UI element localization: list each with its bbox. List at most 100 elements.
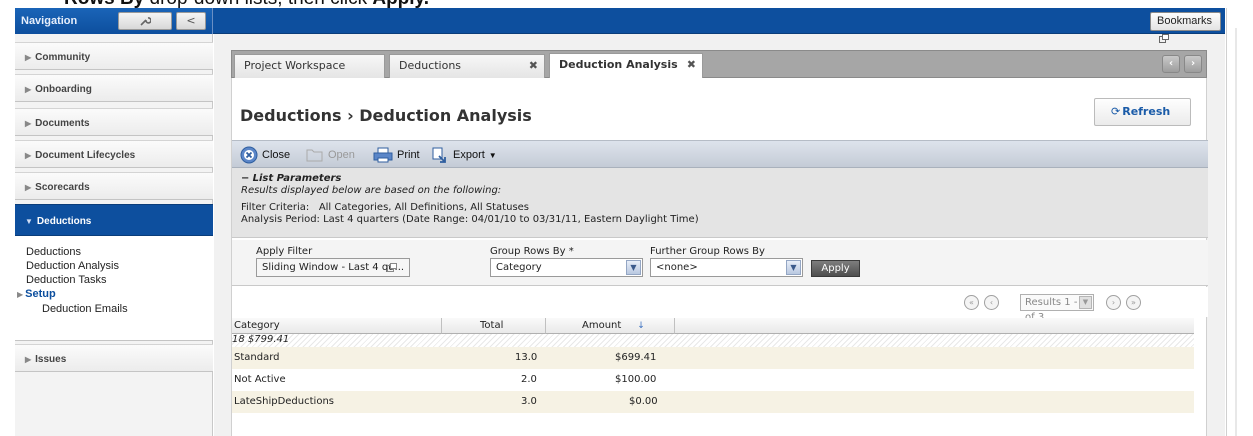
export-button[interactable]: Export ▼	[431, 145, 497, 165]
close-circle-icon	[240, 146, 258, 164]
tab-label: Deduction Analysis	[559, 58, 678, 71]
subnav-deduction-analysis[interactable]: Deduction Analysis	[26, 259, 213, 273]
sidebar-item-label: Onboarding	[35, 84, 92, 95]
subnav-deduction-emails[interactable]: Deduction Emails	[26, 302, 213, 316]
sidebar: ▶ Community ▶ Onboarding ▶ Documents ▶ Docum…	[15, 34, 213, 436]
popout-icon	[387, 263, 397, 272]
tab-scroll-left-icon[interactable]: ‹	[1162, 55, 1180, 73]
sidebar-item-community[interactable]: ▶ Community	[15, 42, 213, 70]
chevron-down-icon: ▼	[25, 217, 33, 226]
subnav-setup-label: Setup	[25, 288, 56, 300]
cell-category: Not Active	[234, 374, 286, 385]
sidebar-item-deductions[interactable]: ▼ Deductions	[15, 204, 213, 236]
close-button[interactable]: Close	[240, 145, 290, 165]
previous-page-icon[interactable]: ‹	[984, 295, 999, 310]
tab-project-workspace[interactable]: Project Workspace	[234, 54, 385, 79]
sidebar-item-issues[interactable]: ▶ Issues	[15, 344, 213, 372]
page-title: Deductions › Deduction Analysis	[240, 106, 532, 125]
cell-total: 13.0	[515, 352, 538, 363]
results-grid: Category Total Amount ↓ 18 $799.41 Standa…	[232, 318, 1194, 436]
subnav-deductions[interactable]: Deductions	[26, 245, 213, 259]
scrollbar-track	[1235, 28, 1237, 436]
action-toolbar: Close Open Print Export ▼	[232, 140, 1208, 168]
column-header-total[interactable]: Total	[442, 318, 546, 334]
chevron-right-icon: ▶	[17, 290, 24, 299]
chevron-right-icon: ▶	[25, 183, 32, 192]
open-label: Open	[328, 149, 355, 161]
column-header-spacer	[675, 318, 1194, 334]
further-group-select[interactable]: <none> ▼	[650, 258, 803, 277]
open-button[interactable]: Open	[306, 145, 355, 165]
print-label: Print	[397, 149, 420, 161]
tab-scroll-right-icon[interactable]: ›	[1184, 55, 1202, 73]
sidebar-item-label: Scorecards	[35, 182, 90, 193]
refresh-button[interactable]: ⟳ Refresh	[1094, 98, 1191, 126]
close-label: Close	[262, 149, 291, 161]
group-rows-label: Group Rows By *	[490, 246, 574, 257]
sidebar-item-label: Issues	[35, 354, 67, 365]
cell-total: 2.0	[521, 374, 537, 385]
export-icon	[432, 147, 446, 163]
bookmarks-button[interactable]: Bookmarks	[1150, 12, 1221, 43]
navigation-header: Navigation <	[15, 8, 213, 34]
totals-total: 18	[232, 334, 245, 345]
tab-label: Project Workspace	[244, 59, 346, 72]
further-group-label: Further Group Rows By	[650, 246, 765, 257]
content-panel: Deductions › Deduction Analysis ⟳ Refresh…	[231, 78, 1208, 436]
navigation-title: Navigation	[21, 15, 78, 27]
apply-filter-label: Apply Filter	[256, 246, 313, 257]
tab-bar: Project Workspace Deductions ✖ Deduction …	[231, 50, 1207, 79]
cell-amount: $0.00	[629, 396, 658, 407]
sidebar-item-scorecards[interactable]: ▶ Scorecards	[15, 172, 213, 200]
column-header-category[interactable]: Category	[232, 318, 442, 334]
chevron-right-icon: ▶	[25, 53, 32, 62]
tab-deductions[interactable]: Deductions ✖	[389, 54, 545, 79]
last-page-icon[interactable]: »	[1126, 295, 1141, 310]
table-row[interactable]: Not Active 2.0 $100.00	[232, 369, 1194, 391]
group-rows-select[interactable]: Category ▼	[490, 258, 643, 277]
table-row[interactable]: Standard 13.0 $699.41	[232, 347, 1194, 369]
collapse-icon: −	[241, 173, 250, 184]
next-page-icon[interactable]: ›	[1106, 295, 1121, 310]
table-row[interactable]: LateShipDeductions 3.0 $0.00	[232, 391, 1194, 413]
refresh-label: Refresh	[1122, 105, 1171, 118]
collapse-nav-button[interactable]: <	[176, 12, 206, 30]
filter-criteria: Filter Criteria: All Categories, All Def…	[241, 202, 530, 213]
subnav-deduction-tasks[interactable]: Deduction Tasks	[26, 273, 213, 287]
sidebar-item-onboarding[interactable]: ▶ Onboarding	[15, 74, 213, 102]
chevron-right-icon: ▶	[25, 119, 32, 128]
list-parameters-header[interactable]: − List Parameters	[241, 173, 1208, 185]
wrench-icon	[140, 17, 152, 26]
settings-button[interactable]	[118, 12, 172, 30]
apply-filter-value: Sliding Window - Last 4 qu...	[262, 262, 405, 273]
further-group-value: <none>	[656, 262, 698, 273]
sidebar-item-document-lifecycles[interactable]: ▶ Document Lifecycles	[15, 140, 213, 168]
chevron-right-icon: ▶	[25, 151, 32, 160]
print-button[interactable]: Print	[373, 145, 420, 165]
list-parameters-title: List Parameters	[252, 173, 342, 184]
apply-button[interactable]: Apply	[811, 260, 860, 277]
pager: « ‹ Results 1 - 3 of 3▼ › »	[232, 287, 1208, 323]
bookmarks-label: Bookmarks	[1157, 15, 1213, 27]
tab-label: Deductions	[399, 59, 462, 72]
page-scrollbar[interactable]	[1226, 8, 1253, 436]
results-select[interactable]: Results 1 - 3 of 3▼	[1020, 294, 1094, 323]
printer-icon	[373, 147, 393, 163]
subnav-setup[interactable]: ▶ Setup	[17, 287, 213, 302]
sidebar-item-label: Document Lifecycles	[35, 150, 136, 161]
refresh-icon: ⟳	[1111, 105, 1121, 118]
list-parameters-subtitle: Results displayed below are based on the…	[241, 185, 502, 196]
close-tab-icon[interactable]: ✖	[687, 54, 696, 76]
top-bar: Navigation < Bookmarks	[15, 8, 1225, 43]
main-area: Project Workspace Deductions ✖ Deduction …	[214, 34, 1225, 436]
chevron-down-icon: ▼	[1079, 296, 1092, 309]
apply-filter-select[interactable]: Sliding Window - Last 4 qu...	[256, 258, 410, 277]
first-page-icon[interactable]: «	[964, 295, 979, 310]
sidebar-item-documents[interactable]: ▶ Documents	[15, 108, 213, 136]
tab-deduction-analysis[interactable]: Deduction Analysis ✖	[549, 53, 703, 79]
popout-icon	[1159, 33, 1169, 43]
column-header-amount[interactable]: Amount ↓	[546, 318, 675, 334]
sidebar-item-label: Community	[35, 52, 91, 63]
cell-amount: $100.00	[615, 374, 657, 385]
close-tab-icon[interactable]: ✖	[529, 55, 538, 77]
